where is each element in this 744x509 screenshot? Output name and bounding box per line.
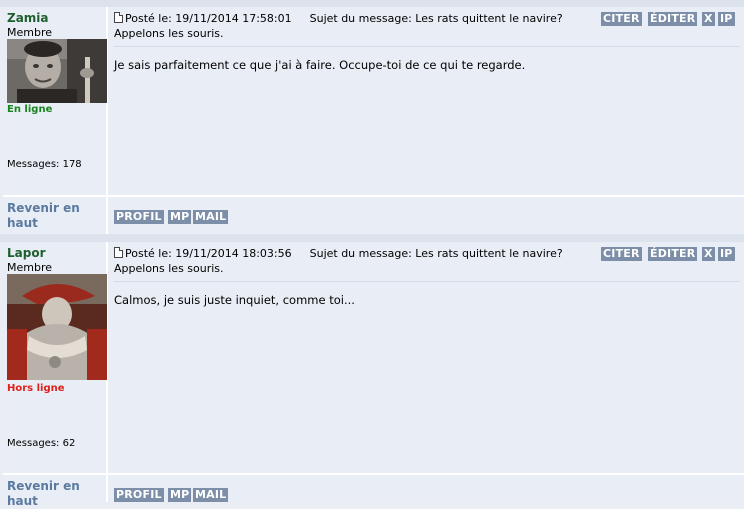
post-footer-right: PROFIL MP MAIL	[109, 197, 744, 234]
edit-button[interactable]: ÉDITER	[648, 12, 698, 26]
post-subject-cont: Appelons les souris.	[114, 262, 224, 275]
back-to-top-link[interactable]: Revenir en haut	[7, 479, 97, 509]
post-separator	[0, 234, 744, 242]
post-content-cell: Posté le: 19/11/2014 18:03:56 Sujet du me…	[109, 242, 744, 473]
profile-button[interactable]: PROFIL	[114, 488, 164, 502]
forum-post: Lapor Membre Hors ligne Messages: 62 Pos…	[3, 242, 744, 508]
post-author-cell: Lapor Membre Hors ligne Messages: 62	[3, 242, 108, 473]
user-rank: Membre	[7, 261, 53, 274]
online-status: En ligne	[7, 104, 53, 115]
post-footer-left: Revenir en haut	[3, 197, 108, 234]
mail-button[interactable]: MAIL	[193, 488, 229, 502]
profile-button[interactable]: PROFIL	[114, 210, 164, 224]
message-count: Messages: 62	[7, 438, 76, 449]
post-icon	[114, 247, 123, 258]
pm-button[interactable]: MP	[168, 210, 192, 224]
post-subject: Sujet du message: Les rats quittent le n…	[309, 12, 563, 25]
edit-button[interactable]: ÉDITER	[648, 247, 698, 261]
post-body: Je sais parfaitement ce que j'ai à faire…	[114, 58, 526, 72]
post-meta: Posté le: 19/11/2014 18:03:56 Sujet du me…	[114, 246, 584, 276]
quote-button[interactable]: CITER	[601, 247, 642, 261]
message-count: Messages: 178	[7, 159, 82, 170]
delete-button[interactable]: X	[702, 247, 715, 261]
post-subject: Sujet du message: Les rats quittent le n…	[309, 247, 563, 260]
post-footer-right: PROFIL MP MAIL	[109, 475, 744, 502]
username[interactable]: Zamia	[7, 11, 49, 25]
ip-button[interactable]: IP	[718, 12, 735, 26]
quote-button[interactable]: CITER	[601, 12, 642, 26]
offline-status: Hors ligne	[7, 383, 65, 394]
pm-button[interactable]: MP	[168, 488, 192, 502]
top-strip	[0, 0, 744, 7]
post-icon	[114, 12, 123, 23]
post-date: Posté le: 19/11/2014 17:58:01	[125, 12, 292, 25]
forum-post: Zamia Membre En ligne Messages: 178 Post…	[3, 7, 744, 234]
post-meta: Posté le: 19/11/2014 17:58:01 Sujet du me…	[114, 11, 584, 41]
mail-button[interactable]: MAIL	[193, 210, 229, 224]
avatar	[7, 39, 107, 103]
divider	[114, 281, 740, 282]
post-body: Calmos, je suis juste inquiet, comme toi…	[114, 293, 355, 307]
post-content-cell: Posté le: 19/11/2014 17:58:01 Sujet du me…	[109, 7, 744, 195]
username[interactable]: Lapor	[7, 246, 46, 260]
divider	[114, 46, 740, 47]
post-subject-cont: Appelons les souris.	[114, 27, 224, 40]
delete-button[interactable]: X	[702, 12, 715, 26]
avatar	[7, 274, 107, 380]
back-to-top-link[interactable]: Revenir en haut	[7, 201, 97, 231]
post-date: Posté le: 19/11/2014 18:03:56	[125, 247, 292, 260]
user-rank: Membre	[7, 26, 53, 39]
post-author-cell: Zamia Membre En ligne Messages: 178	[3, 7, 108, 195]
post-footer-left: Revenir en haut	[3, 475, 108, 508]
ip-button[interactable]: IP	[718, 247, 735, 261]
